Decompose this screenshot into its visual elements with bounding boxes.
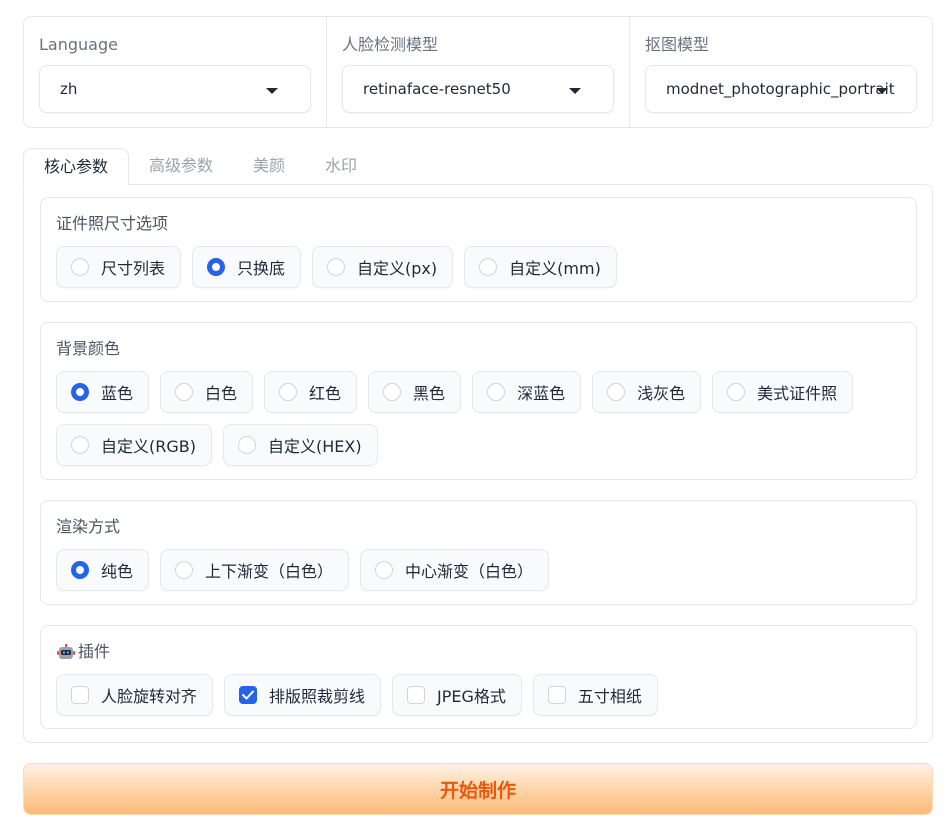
radio-icon <box>487 383 506 401</box>
radio-checked-icon <box>207 258 226 276</box>
tab-beauty[interactable]: 美颜 <box>233 148 305 185</box>
option-label: 五寸相纸 <box>577 687 642 706</box>
background-color-group: 背景颜色 蓝色 白色 红色 黑色 深蓝色 浅灰色 美式证件照 自定义(RGB) … <box>40 322 917 480</box>
tab-core-params[interactable]: 核心参数 <box>23 148 130 185</box>
plugins-label-row: 插件 <box>56 640 901 664</box>
plugin-layout-crop-line[interactable]: 排版照裁剪线 <box>224 674 382 716</box>
bg-option-us-id[interactable]: 美式证件照 <box>712 371 854 413</box>
radio-icon <box>375 561 394 579</box>
option-label: 自定义(RGB) <box>101 437 196 456</box>
checkbox-checked-icon <box>239 686 258 704</box>
chevron-down-icon <box>569 88 581 94</box>
option-label: 人脸旋转对齐 <box>101 687 198 706</box>
radio-icon <box>383 383 402 401</box>
option-label: 美式证件照 <box>757 384 838 403</box>
bg-option-black[interactable]: 黑色 <box>368 371 462 413</box>
option-label: 白色 <box>205 384 238 403</box>
size-option-custom-px[interactable]: 自定义(px) <box>312 246 454 288</box>
radio-icon <box>175 561 194 579</box>
radio-icon <box>727 383 746 401</box>
radio-icon <box>279 383 298 401</box>
language-select[interactable]: zh <box>39 65 311 113</box>
radio-icon <box>327 258 346 276</box>
background-color-label: 背景颜色 <box>56 339 121 358</box>
checkbox-icon <box>547 686 566 704</box>
option-label: 只换底 <box>237 259 286 278</box>
robot-icon <box>57 644 75 659</box>
bg-option-white[interactable]: 白色 <box>160 371 254 413</box>
radio-checked-icon <box>71 561 89 579</box>
render-option-solid[interactable]: 纯色 <box>56 549 150 591</box>
plugins-list: 人脸旋转对齐 排版照裁剪线 JPEG格式 五寸相纸 <box>56 674 901 716</box>
option-label: 中心渐变（白色） <box>405 562 534 581</box>
plugins-group: 插件 人脸旋转对齐 排版照裁剪线 JPEG格式 五寸相纸 <box>40 625 917 729</box>
radio-icon <box>237 436 256 454</box>
face-detect-dropdown-block: 人脸检测模型 retinaface-resnet50 <box>326 17 629 127</box>
radio-icon <box>71 258 89 276</box>
radio-icon <box>607 383 626 401</box>
option-label: 尺寸列表 <box>101 259 166 278</box>
bg-option-custom-hex[interactable]: 自定义(HEX) <box>222 424 378 466</box>
radio-icon <box>479 258 498 276</box>
matting-dropdown-block: 抠图模型 modnet_photographic_portrait <box>629 17 932 127</box>
radio-icon <box>175 383 194 401</box>
checkbox-icon <box>407 686 426 704</box>
core-params-panel: 证件照尺寸选项 尺寸列表 只换底 自定义(px) 自定义(mm) 背景颜色 蓝色… <box>23 184 933 743</box>
option-label: 黑色 <box>413 384 446 403</box>
radio-checked-icon <box>71 383 89 401</box>
option-label: 排版照裁剪线 <box>269 687 366 706</box>
face-detect-label: 人脸检测模型 <box>342 35 439 54</box>
size-option-list[interactable]: 尺寸列表 <box>56 246 182 288</box>
bg-option-custom-rgb[interactable]: 自定义(RGB) <box>56 424 212 466</box>
chevron-down-icon <box>266 88 278 94</box>
face-detect-select[interactable]: retinaface-resnet50 <box>342 65 614 113</box>
background-color-list: 蓝色 白色 红色 黑色 深蓝色 浅灰色 美式证件照 自定义(RGB) 自定义(H… <box>56 371 901 466</box>
option-label: 蓝色 <box>101 384 134 403</box>
tab-advanced-params[interactable]: 高级参数 <box>129 148 233 185</box>
checkbox-icon <box>71 686 89 704</box>
option-label: 自定义(mm) <box>509 259 601 278</box>
option-label: 红色 <box>309 384 342 403</box>
bg-option-blue[interactable]: 蓝色 <box>56 371 150 413</box>
render-mode-label: 渲染方式 <box>56 517 121 536</box>
plugin-five-inch-paper[interactable]: 五寸相纸 <box>532 674 658 716</box>
bg-option-red[interactable]: 红色 <box>264 371 358 413</box>
plugin-face-align[interactable]: 人脸旋转对齐 <box>56 674 214 716</box>
option-label: 自定义(HEX) <box>267 437 362 456</box>
start-button[interactable]: 开始制作 <box>23 763 933 815</box>
size-options-group: 证件照尺寸选项 尺寸列表 只换底 自定义(px) 自定义(mm) <box>40 197 917 302</box>
tab-bar: 核心参数 高级参数 美颜 水印 <box>23 148 377 185</box>
face-detect-value: retinaface-resnet50 <box>363 80 511 98</box>
render-option-vertical-gradient[interactable]: 上下渐变（白色） <box>160 549 350 591</box>
render-mode-list: 纯色 上下渐变（白色） 中心渐变（白色） <box>56 549 901 591</box>
option-label: JPEG格式 <box>437 687 506 706</box>
matting-select[interactable]: modnet_photographic_portrait <box>645 65 917 113</box>
chevron-down-icon <box>876 88 888 94</box>
size-options-list: 尺寸列表 只换底 自定义(px) 自定义(mm) <box>56 246 901 288</box>
model-dropdown-row: Language zh 人脸检测模型 retinaface-resnet50 抠… <box>23 16 933 128</box>
option-label: 浅灰色 <box>637 384 686 403</box>
option-label: 自定义(px) <box>357 259 438 278</box>
render-mode-group: 渲染方式 纯色 上下渐变（白色） 中心渐变（白色） <box>40 500 917 605</box>
size-options-label: 证件照尺寸选项 <box>56 214 169 233</box>
render-option-center-gradient[interactable]: 中心渐变（白色） <box>360 549 550 591</box>
bg-option-dark-blue[interactable]: 深蓝色 <box>472 371 582 413</box>
language-label: Language <box>39 35 118 54</box>
tab-watermark[interactable]: 水印 <box>305 148 377 185</box>
bg-option-light-gray[interactable]: 浅灰色 <box>592 371 702 413</box>
language-dropdown-block: Language zh <box>24 17 326 127</box>
matting-label: 抠图模型 <box>645 35 710 54</box>
plugin-jpeg-format[interactable]: JPEG格式 <box>392 674 522 716</box>
radio-icon <box>71 436 89 454</box>
language-value: zh <box>60 80 78 98</box>
option-label: 上下渐变（白色） <box>205 562 334 581</box>
option-label: 深蓝色 <box>517 384 566 403</box>
option-label: 纯色 <box>101 562 134 581</box>
plugins-label: 插件 <box>78 642 111 661</box>
matting-value: modnet_photographic_portrait <box>666 80 895 98</box>
size-option-custom-mm[interactable]: 自定义(mm) <box>464 246 617 288</box>
size-option-bg-only[interactable]: 只换底 <box>192 246 302 288</box>
